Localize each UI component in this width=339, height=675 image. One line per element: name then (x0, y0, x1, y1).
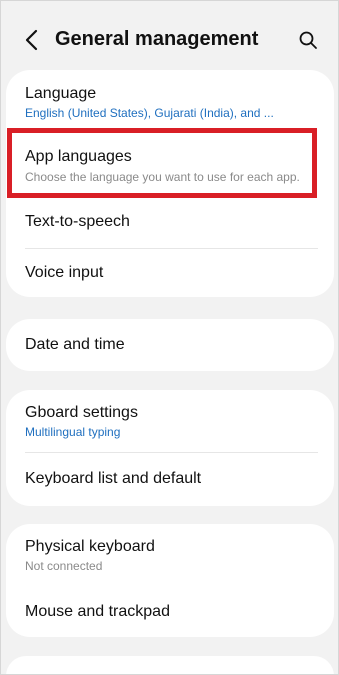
list-item-label: Text-to-speech (25, 213, 130, 230)
list-item-mouse-and-trackpad[interactable]: Mouse and trackpad (6, 584, 334, 637)
language-settings-card: Language English (United States), Gujara… (6, 70, 334, 297)
list-item-subtitle: Choose the language you want to use for … (25, 170, 300, 184)
search-button[interactable] (294, 26, 322, 54)
settings-screen: General management Language English (Uni… (0, 0, 339, 675)
chevron-left-icon (25, 29, 38, 51)
list-item-language[interactable]: Language English (United States), Gujara… (6, 70, 334, 132)
more-settings-card (6, 656, 334, 675)
page-title: General management (55, 28, 259, 50)
date-time-card: Date and time (6, 319, 334, 371)
list-item-gboard-settings[interactable]: Gboard settings Multilingual typing (6, 390, 334, 452)
list-item-label: Mouse and trackpad (25, 603, 170, 620)
list-item-subtitle: English (United States), Gujarati (India… (25, 106, 274, 120)
list-item-label: Voice input (25, 264, 104, 281)
keyboard-settings-card: Gboard settings Multilingual typing Keyb… (6, 390, 334, 506)
list-item-physical-keyboard[interactable]: Physical keyboard Not connected (6, 524, 334, 584)
list-item-label: App languages (25, 148, 132, 165)
list-item-keyboard-list-and-default[interactable]: Keyboard list and default (6, 453, 334, 506)
back-button[interactable] (18, 26, 46, 54)
list-item-label: Keyboard list and default (25, 470, 202, 487)
list-item-voice-input[interactable]: Voice input (6, 249, 334, 297)
list-item-label: Date and time (25, 336, 125, 353)
list-item-text-to-speech[interactable]: Text-to-speech (6, 202, 334, 248)
input-devices-card: Physical keyboard Not connected Mouse an… (6, 524, 334, 637)
list-item-label: Language (25, 85, 97, 102)
list-item-date-and-time[interactable]: Date and time (6, 319, 334, 371)
list-item-app-languages[interactable]: App languages Choose the language you wa… (6, 132, 334, 202)
list-item-subtitle: Multilingual typing (25, 425, 121, 439)
list-item-label: Gboard settings (25, 404, 138, 421)
search-icon (299, 31, 317, 49)
list-item-subtitle: Not connected (25, 559, 103, 573)
list-item-label: Physical keyboard (25, 538, 155, 555)
app-bar: General management (0, 0, 339, 72)
